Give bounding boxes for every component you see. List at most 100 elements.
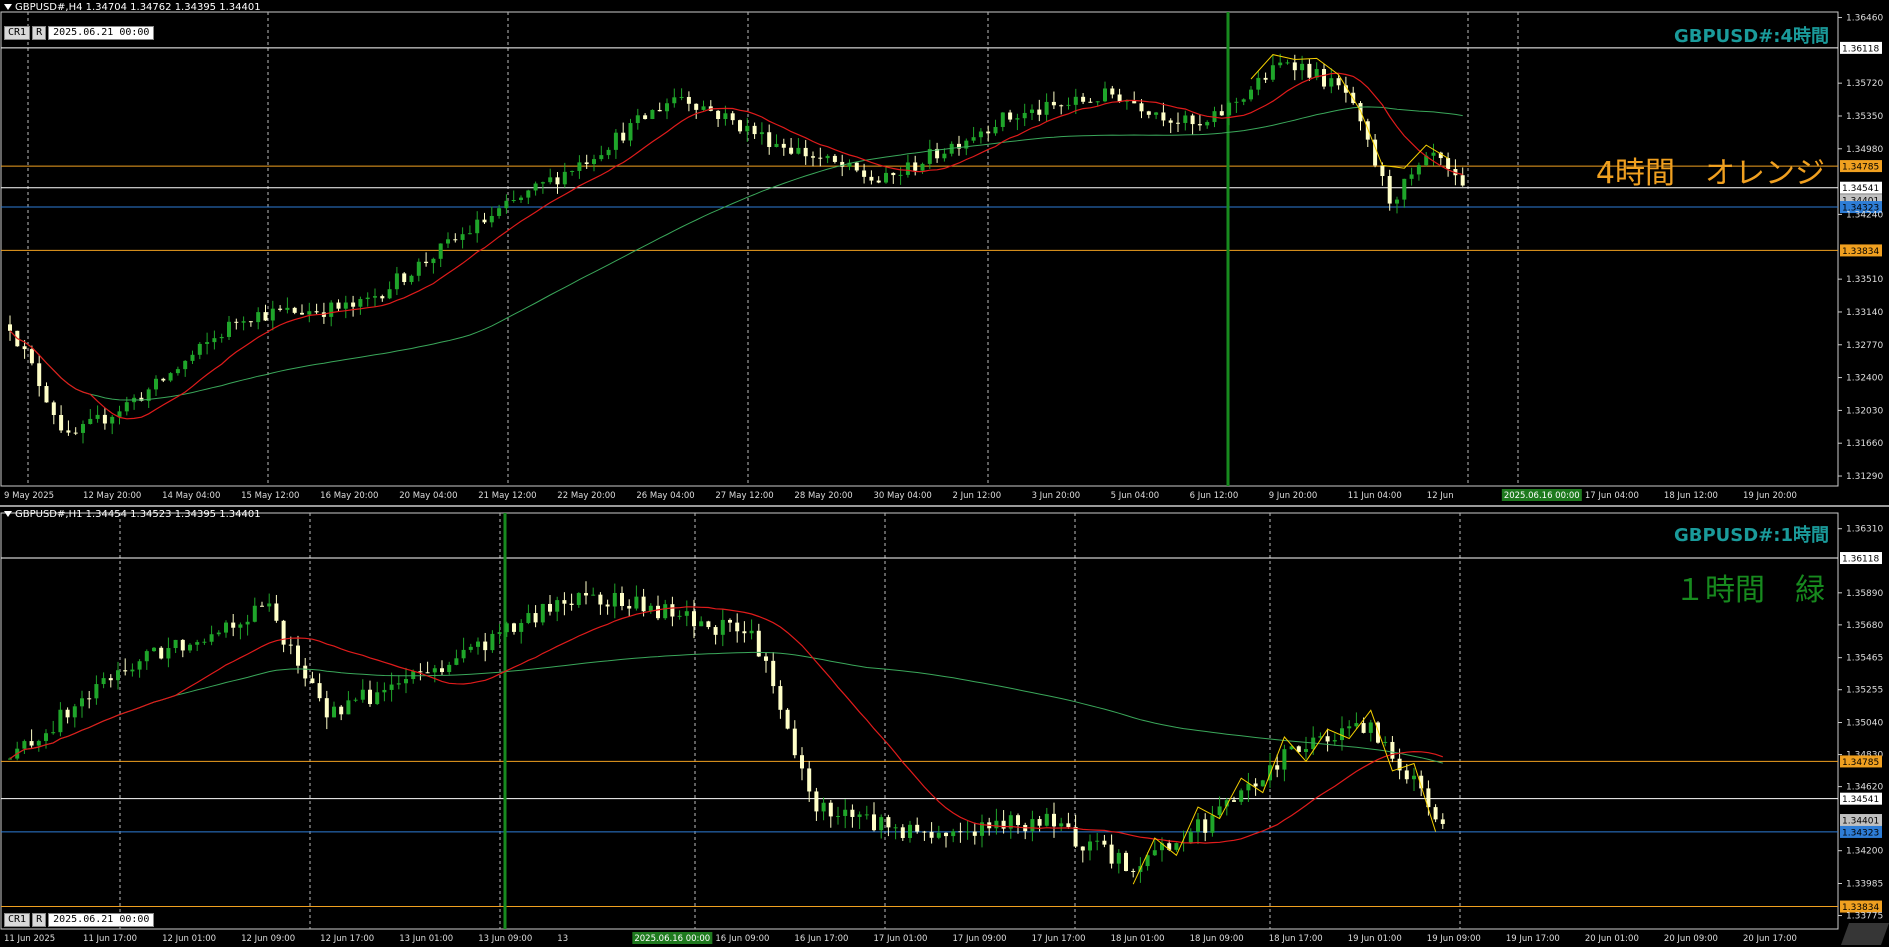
time-tick-label: 20 Jun 01:00	[1585, 934, 1639, 944]
candle-body	[920, 163, 925, 171]
candle-body	[389, 684, 394, 690]
candle-body	[986, 131, 991, 134]
price-tick-label: 1.34620	[1846, 783, 1883, 793]
collapse-triangle-icon[interactable]	[4, 511, 12, 517]
candle-body	[1176, 122, 1180, 124]
slow-moving-average-line	[9, 651, 1443, 764]
price-tick-label: 1.36460	[1846, 14, 1883, 24]
price-tick-label: 1.35465	[1846, 654, 1883, 664]
candle-body	[1205, 122, 1210, 126]
time-tick-label: 12 Jun 17:00	[320, 934, 374, 944]
candle-body	[80, 698, 84, 707]
candle-body	[180, 639, 185, 651]
candle-body	[577, 162, 582, 171]
candle-body	[606, 149, 611, 156]
candle-body	[620, 592, 624, 606]
candle-body	[519, 197, 523, 200]
candle-body	[1154, 112, 1159, 115]
candle-body	[310, 678, 315, 684]
candle-body	[1168, 120, 1173, 123]
candle-body	[29, 349, 34, 364]
candle-body	[1103, 88, 1107, 102]
candle-body	[460, 234, 465, 240]
candle-body	[314, 311, 319, 313]
candle-body	[267, 603, 272, 607]
candle-body	[245, 621, 250, 625]
candle-body	[1152, 850, 1157, 856]
price-tick-label: 1.36310	[1846, 525, 1883, 535]
candle-body	[102, 414, 107, 424]
candle-body	[504, 200, 509, 209]
candle-body	[497, 632, 502, 634]
price-tick-label: 1.31290	[1846, 472, 1883, 482]
candle-body	[467, 233, 472, 235]
candle-body	[913, 162, 918, 171]
candle-body	[303, 665, 308, 679]
price-tick-label: 1.35255	[1846, 686, 1883, 696]
cr-button[interactable]: CR1	[4, 913, 31, 927]
candle-body	[843, 809, 848, 816]
candle-body	[219, 336, 224, 339]
cursor-date-label: 2025.06.16 00:00	[1504, 491, 1580, 501]
candle-body	[51, 732, 56, 734]
candle-body	[1183, 115, 1188, 123]
candle-body	[641, 596, 646, 612]
candle-body	[202, 641, 207, 643]
h1-chart-pane[interactable]: 1.36310 1.36118 1.35890 1.35680 1.35465 1.352…	[0, 507, 1889, 947]
candle-body	[1260, 780, 1265, 787]
time-tick-label: 21 May 12:00	[478, 491, 536, 501]
candle-body	[692, 611, 696, 627]
candle-body	[72, 706, 77, 718]
time-tick-label: 11 Jun 04:00	[1348, 491, 1402, 501]
candle-body	[1239, 790, 1244, 802]
r-button[interactable]: R	[32, 26, 47, 40]
candle-body	[1095, 101, 1100, 103]
candle-body	[684, 611, 689, 616]
time-tick-label: 13	[557, 934, 568, 944]
candle-body	[1059, 105, 1064, 107]
time-tick-label: 17 Jun 17:00	[1032, 934, 1086, 944]
time-tick-label: 16 May 20:00	[320, 491, 378, 501]
candle-body	[440, 668, 444, 673]
h4-chart-pane[interactable]: 1.36460 1.36118 1.35720 1.35350 1.34980 1.347…	[0, 0, 1889, 505]
candle-body	[1332, 740, 1337, 742]
candle-body	[1227, 102, 1232, 116]
candle-body	[771, 660, 776, 687]
candle-body	[1300, 63, 1305, 71]
candle-body	[101, 678, 106, 685]
r-button[interactable]: R	[32, 913, 47, 927]
time-tick-label: 17 Jun 09:00	[953, 934, 1007, 944]
candle-body	[1358, 103, 1363, 122]
cr-button[interactable]: CR1	[4, 26, 31, 40]
candle-body	[796, 147, 801, 154]
candle-body	[300, 312, 304, 315]
price-tag-label: 1.34323	[1842, 828, 1879, 838]
candle-body	[1395, 199, 1399, 204]
slow-moving-average-line	[9, 106, 1463, 401]
candle-body	[346, 700, 351, 715]
price-tag-label: 1.34401	[1842, 817, 1879, 827]
candle-body	[404, 679, 408, 684]
candle-body	[745, 125, 750, 132]
h4-chart-canvas[interactable]: 1.36460 1.36118 1.35720 1.35350 1.34980 1.347…	[0, 0, 1889, 505]
candle-body	[886, 817, 891, 828]
candle-body	[368, 689, 372, 705]
candle-body	[8, 758, 12, 760]
candle-body	[533, 613, 538, 623]
h1-chart-canvas[interactable]: 1.36310 1.36118 1.35890 1.35680 1.35465 1.352…	[0, 507, 1889, 947]
collapse-triangle-icon[interactable]	[4, 4, 12, 10]
candle-body	[1275, 765, 1280, 770]
candle-body	[738, 120, 742, 132]
h4-orange-note: 4時間 オレンジ	[1595, 156, 1825, 191]
candle-body	[942, 153, 947, 159]
candle-body	[1354, 723, 1359, 727]
candle-body	[59, 415, 64, 431]
time-tick-label: 28 May 20:00	[794, 491, 852, 501]
candle-body	[1196, 819, 1200, 832]
candle-body	[694, 103, 699, 110]
candle-body	[1030, 819, 1035, 832]
candle-body	[540, 182, 545, 184]
candle-body	[555, 600, 560, 612]
candle-body	[95, 414, 100, 419]
candle-body	[227, 321, 231, 337]
